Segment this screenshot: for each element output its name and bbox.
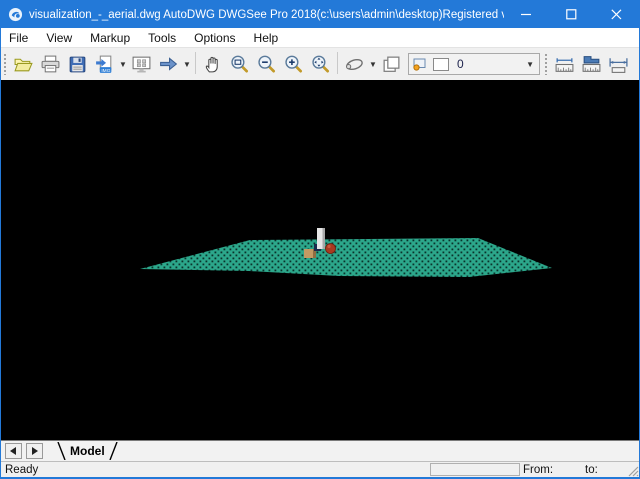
- minimize-button[interactable]: [504, 1, 549, 28]
- print-button[interactable]: [37, 51, 64, 78]
- status-panel: [430, 463, 520, 476]
- left-arrow-icon: [10, 447, 17, 455]
- window-title: visualization_-_aerial.dwg AutoDWG DWGSe…: [29, 9, 504, 21]
- open-folder-icon: [13, 54, 34, 75]
- menu-markup[interactable]: Markup: [81, 28, 139, 48]
- tab-right-slash: [109, 442, 118, 460]
- arrow-right-icon: [158, 54, 179, 75]
- drawing-scene: [1, 80, 639, 440]
- zoom-in-button[interactable]: [280, 51, 307, 78]
- resize-grip[interactable]: [625, 463, 639, 477]
- layer-value: 0: [457, 57, 526, 71]
- tab-model[interactable]: Model: [57, 441, 118, 461]
- compare-drawings-button[interactable]: [378, 51, 405, 78]
- toolbar: IMG ▼ ▼: [1, 48, 639, 80]
- app-window: visualization_-_aerial.dwg AutoDWG DWGSe…: [0, 0, 640, 479]
- sphere-object: [326, 244, 336, 254]
- menu-view[interactable]: View: [37, 28, 81, 48]
- measure-dimension-icon: [608, 54, 629, 75]
- status-to-label: to:: [585, 464, 625, 476]
- orbit-button[interactable]: [341, 51, 368, 78]
- save-button[interactable]: [64, 51, 91, 78]
- toolbar-grip[interactable]: [3, 53, 8, 75]
- tab-scroll-right-button[interactable]: [26, 443, 43, 459]
- tab-model-label: Model: [66, 444, 109, 458]
- menu-help[interactable]: Help: [245, 28, 288, 48]
- measure-dimension-button[interactable]: [605, 51, 632, 78]
- next-view-button[interactable]: [155, 51, 182, 78]
- pan-hand-icon: [202, 54, 223, 75]
- orbit-dropdown-caret[interactable]: ▼: [368, 51, 378, 78]
- menu-bar: File View Markup Tools Options Help: [1, 28, 639, 48]
- maximize-button[interactable]: [549, 1, 594, 28]
- zoom-out-button[interactable]: [253, 51, 280, 78]
- minimize-icon: [521, 9, 532, 20]
- layer-dropdown-caret[interactable]: ▼: [526, 60, 539, 69]
- zoom-window-button[interactable]: [226, 51, 253, 78]
- menu-file[interactable]: File: [1, 28, 37, 48]
- tab-scroll-left-button[interactable]: [5, 443, 22, 459]
- close-icon: [611, 9, 622, 20]
- status-ready-text: Ready: [1, 464, 430, 476]
- sheet-tab-bar: Model: [1, 440, 639, 461]
- measure-distance-button[interactable]: [551, 51, 578, 78]
- layer-color-swatch: [433, 58, 449, 71]
- orbit-icon: [344, 54, 365, 75]
- next-view-dropdown-caret[interactable]: ▼: [182, 51, 192, 78]
- layer-select[interactable]: 0 ▼: [408, 53, 540, 75]
- right-arrow-icon: [31, 447, 38, 455]
- title-bar[interactable]: visualization_-_aerial.dwg AutoDWG DWGSe…: [1, 1, 639, 28]
- sphere-highlight: [327, 245, 330, 248]
- drawing-canvas[interactable]: [1, 80, 639, 440]
- menu-tools[interactable]: Tools: [139, 28, 185, 48]
- pillar-shade: [323, 228, 326, 249]
- toolbar-separator: [192, 52, 199, 76]
- menu-options[interactable]: Options: [185, 28, 244, 48]
- status-from-label: From:: [523, 464, 585, 476]
- measure-area-icon: [581, 54, 602, 75]
- open-button[interactable]: [10, 51, 37, 78]
- print-icon: [40, 54, 61, 75]
- status-bar: Ready From: to:: [1, 461, 639, 477]
- save-icon: [67, 54, 88, 75]
- export-image-icon: IMG: [94, 54, 115, 75]
- pan-button[interactable]: [199, 51, 226, 78]
- svg-text:IMG: IMG: [101, 67, 110, 73]
- tab-left-slash: [57, 442, 66, 460]
- view-layout-button[interactable]: [128, 51, 155, 78]
- export-image-button[interactable]: IMG: [91, 51, 118, 78]
- close-button[interactable]: [594, 1, 639, 28]
- measure-distance-icon: [554, 54, 575, 75]
- maximize-icon: [566, 9, 577, 20]
- zoom-in-icon: [283, 54, 304, 75]
- overlap-squares-icon: [381, 54, 402, 75]
- app-icon: [8, 7, 23, 22]
- export-dropdown-caret[interactable]: ▼: [118, 51, 128, 78]
- zoom-window-icon: [229, 54, 250, 75]
- measure-area-button[interactable]: [578, 51, 605, 78]
- layer-icon: [412, 56, 429, 73]
- zoom-out-icon: [256, 54, 277, 75]
- monitor-icon: [131, 54, 152, 75]
- toolbar-separator: [334, 52, 341, 76]
- toolbar-grip[interactable]: [544, 53, 549, 75]
- zoom-extents-button[interactable]: [307, 51, 334, 78]
- zoom-extents-icon: [310, 54, 331, 75]
